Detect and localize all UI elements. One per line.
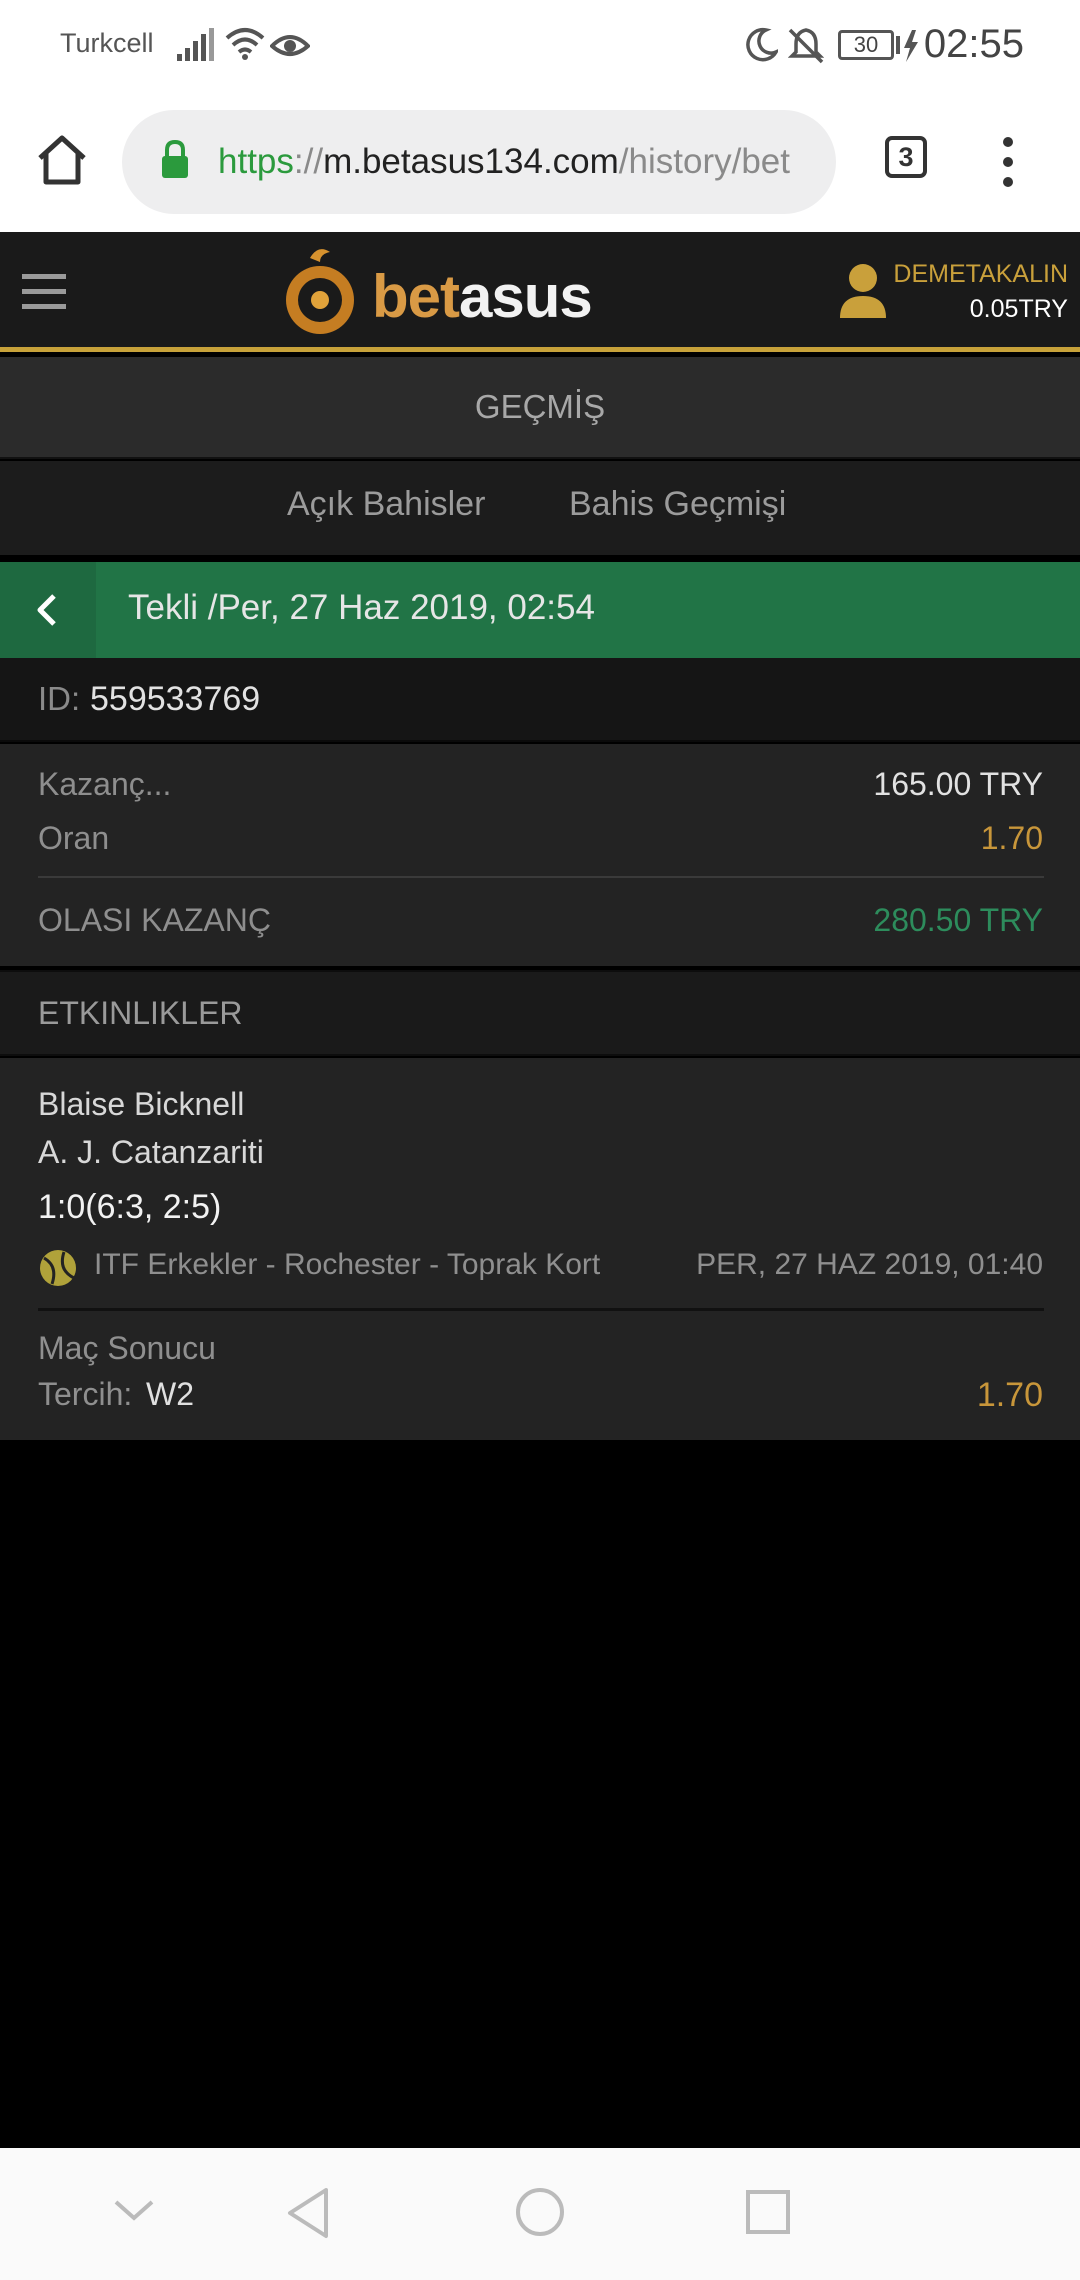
battery-level: 30 bbox=[853, 32, 879, 57]
away-player: A. J. Catanzariti bbox=[38, 1134, 264, 1170]
logo-text-bet: bet bbox=[372, 263, 460, 330]
signal-icon bbox=[177, 28, 214, 61]
potential-win-label: OLASI KAZANÇ bbox=[38, 902, 271, 938]
user-balance: 0.05TRY bbox=[969, 295, 1068, 323]
history-tabs: Açık Bahisler Bahis Geçmişi bbox=[0, 461, 1080, 555]
moon-icon bbox=[746, 27, 778, 62]
event-card: Blaise Bicknell A. J. Catanzariti 1:0(6:… bbox=[0, 1058, 1080, 1440]
market-name: Maç Sonucu bbox=[38, 1330, 216, 1366]
site-logo[interactable]: betasus bbox=[280, 244, 640, 344]
match-score: 1:0(6:3, 2:5) bbox=[38, 1188, 222, 1226]
notifications-off-icon bbox=[788, 28, 824, 64]
event-date: PER, 27 HAZ 2019, 01:40 bbox=[696, 1248, 1043, 1281]
odds-label: Oran bbox=[38, 820, 110, 856]
battery-icon: 30 bbox=[838, 30, 894, 60]
recents-nav-icon[interactable] bbox=[744, 2188, 792, 2236]
bet-summary: Kazanç... 165.00 TRY Oran 1.70 OLASI KAZ… bbox=[0, 744, 1080, 966]
browser-toolbar: https://m.betasus134.com/history/bet 3 bbox=[0, 92, 1080, 232]
logo-text-asus: asus bbox=[459, 263, 593, 330]
url-text: https://m.betasus134.com/history/bet bbox=[218, 142, 790, 182]
home-icon[interactable] bbox=[36, 134, 88, 186]
lock-icon bbox=[162, 140, 188, 178]
wifi-icon bbox=[225, 28, 265, 60]
clock: 02:55 bbox=[923, 22, 1024, 66]
hide-keyboard-icon[interactable] bbox=[112, 2196, 156, 2226]
more-options-icon[interactable] bbox=[998, 136, 1018, 188]
pick-odds: 1.70 bbox=[976, 1376, 1043, 1414]
tab-bet-history[interactable]: Bahis Geçmişi bbox=[569, 485, 786, 524]
home-player: Blaise Bicknell bbox=[38, 1086, 245, 1122]
page-title: GEÇMİŞ bbox=[0, 357, 1080, 459]
event-divider bbox=[38, 1308, 1044, 1311]
url-scheme: https bbox=[218, 142, 294, 181]
stake-value: 165.00 TRY bbox=[873, 766, 1043, 802]
bet-id-label: ID: bbox=[38, 680, 81, 717]
user-avatar-icon[interactable] bbox=[838, 262, 888, 320]
odds-value: 1.70 bbox=[980, 820, 1043, 856]
home-nav-icon[interactable] bbox=[514, 2186, 566, 2238]
bet-id-row: ID: 559533769 bbox=[0, 658, 1080, 742]
back-nav-icon[interactable] bbox=[284, 2186, 334, 2240]
bet-id-value: 559533769 bbox=[90, 680, 261, 718]
back-button[interactable] bbox=[0, 562, 96, 658]
carrier-label: Turkcell bbox=[60, 28, 154, 58]
logo-wordmark: betasus bbox=[372, 262, 593, 331]
bet-header-bar: Tekli /Per, 27 Haz 2019, 02:54 bbox=[0, 562, 1080, 658]
stake-label: Kazanç... bbox=[38, 766, 172, 802]
address-bar[interactable]: https://m.betasus134.com/history/bet bbox=[122, 110, 836, 214]
events-title: ETKINLIKLER bbox=[38, 995, 243, 1031]
url-path: /history/bet bbox=[618, 142, 790, 181]
site-header: betasus DEMETAKALIN 0.05TRY bbox=[0, 232, 1080, 352]
url-separator: :// bbox=[293, 142, 324, 181]
tab-open-bets[interactable]: Açık Bahisler bbox=[287, 485, 485, 524]
pick-label: Tercih: bbox=[38, 1376, 133, 1412]
league-name: ITF Erkekler - Rochester - Toprak Kort bbox=[94, 1248, 601, 1281]
hamburger-menu-icon[interactable] bbox=[22, 272, 68, 312]
potential-win-value: 280.50 TRY bbox=[873, 902, 1043, 938]
events-section-header: ETKINLIKLER bbox=[0, 970, 1080, 1056]
username[interactable]: DEMETAKALIN bbox=[893, 260, 1068, 289]
logo-mark-icon bbox=[286, 249, 354, 334]
eye-icon bbox=[270, 35, 310, 56]
url-host: m.betasus134.com bbox=[323, 142, 619, 181]
bet-type-date: Tekli /Per, 27 Haz 2019, 02:54 bbox=[128, 588, 595, 627]
status-bar: Turkcell 30 02:55 bbox=[0, 0, 1080, 92]
tab-count: 3 bbox=[898, 142, 914, 172]
summary-divider bbox=[38, 876, 1044, 878]
tab-switcher-button[interactable]: 3 bbox=[885, 136, 927, 178]
pick-value: W2 bbox=[146, 1376, 194, 1412]
system-navigation-bar bbox=[0, 2148, 1080, 2280]
tennis-ball-icon bbox=[40, 1250, 76, 1286]
charging-icon bbox=[896, 30, 918, 62]
chevron-left-icon bbox=[37, 594, 56, 626]
